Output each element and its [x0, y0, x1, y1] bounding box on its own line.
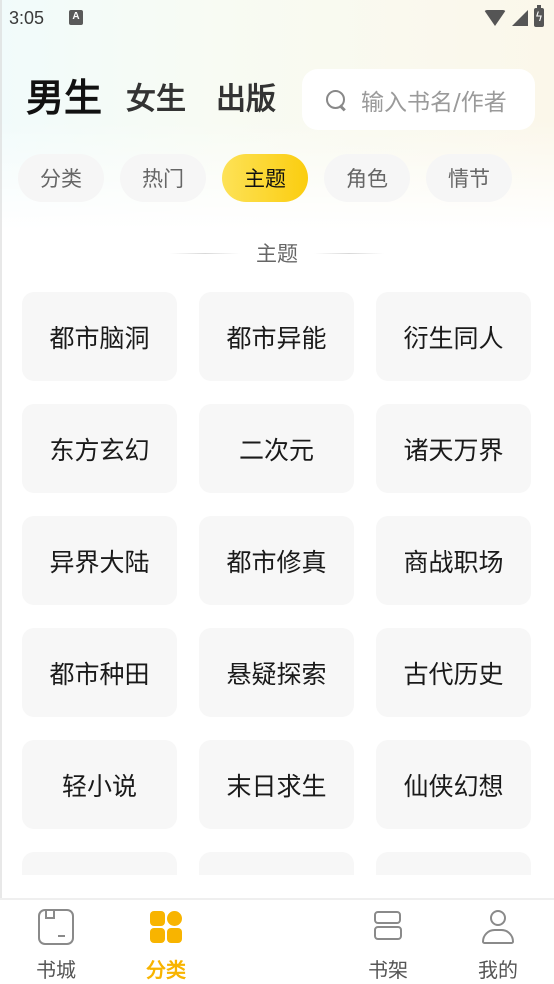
- category-icon: [148, 909, 184, 945]
- bookshelf-icon: [370, 909, 406, 945]
- profile-icon: [480, 909, 516, 945]
- topic-tile[interactable]: 异界大陆: [22, 516, 177, 605]
- bottom-nav: 书城 分类 书架 我的: [0, 898, 554, 984]
- topic-tile[interactable]: 衍生同人: [376, 292, 531, 381]
- status-icons: [484, 5, 544, 27]
- topic-tile[interactable]: [22, 852, 177, 875]
- chip-theme[interactable]: 主题: [222, 154, 308, 202]
- topic-tile[interactable]: 都市种田: [22, 628, 177, 717]
- search-icon: [325, 89, 347, 111]
- chip-plot[interactable]: 情节: [426, 154, 512, 202]
- bookstore-icon: [38, 909, 74, 945]
- topic-tile[interactable]: [199, 852, 354, 875]
- topic-tile[interactable]: 诸天万界: [376, 404, 531, 493]
- topic-tile[interactable]: 东方玄幻: [22, 404, 177, 493]
- nav-bookshelf[interactable]: 书架: [348, 900, 428, 984]
- tab-male[interactable]: 男生: [26, 74, 102, 122]
- topic-tile[interactable]: 都市异能: [199, 292, 354, 381]
- chip-category[interactable]: 分类: [18, 154, 104, 202]
- notification-a-icon: A: [69, 10, 83, 25]
- search-placeholder: 输入书名/作者: [361, 89, 507, 116]
- filter-chips: 分类 热门 主题 角色 情节: [18, 154, 512, 202]
- topic-tile[interactable]: 仙侠幻想: [376, 740, 531, 829]
- section-title: 主题: [256, 242, 298, 266]
- chip-popular[interactable]: 热门: [120, 154, 206, 202]
- nav-label: 书架: [368, 958, 408, 982]
- topic-list-scroll[interactable]: 都市脑洞 都市异能 衍生同人 东方玄幻 二次元 诸天万界 异界大陆 都市修真 商…: [0, 292, 554, 875]
- topic-grid: 都市脑洞 都市异能 衍生同人 东方玄幻 二次元 诸天万界 异界大陆 都市修真 商…: [22, 292, 531, 875]
- search-input[interactable]: 输入书名/作者: [302, 69, 535, 130]
- nav-bookstore[interactable]: 书城: [16, 900, 96, 984]
- wifi-icon: [484, 9, 506, 26]
- topic-tile[interactable]: 轻小说: [22, 740, 177, 829]
- chip-role[interactable]: 角色: [324, 154, 410, 202]
- divider-left: [170, 252, 240, 254]
- nav-label: 书城: [36, 958, 76, 982]
- topic-tile[interactable]: 都市脑洞: [22, 292, 177, 381]
- signal-icon: [512, 9, 528, 26]
- divider-right: [314, 252, 384, 254]
- tab-publishing[interactable]: 出版: [216, 78, 276, 122]
- section-header: 主题: [0, 238, 554, 268]
- topic-tile[interactable]: 悬疑探索: [199, 628, 354, 717]
- nav-label: 分类: [146, 958, 186, 982]
- topic-tile[interactable]: 都市修真: [199, 516, 354, 605]
- status-time: 3:05: [9, 8, 45, 28]
- topic-tile[interactable]: [376, 852, 531, 875]
- nav-category[interactable]: 分类: [126, 900, 206, 984]
- status-bar: 3:05 A: [0, 0, 554, 40]
- nav-label: 我的: [478, 958, 518, 982]
- topic-tile[interactable]: 古代历史: [376, 628, 531, 717]
- battery-charging-icon: [534, 5, 544, 27]
- nav-profile[interactable]: 我的: [458, 900, 538, 984]
- topic-tile[interactable]: 商战职场: [376, 516, 531, 605]
- tab-female[interactable]: 女生: [126, 78, 186, 122]
- gender-tabs: 男生 女生 出版: [26, 74, 276, 122]
- topic-tile[interactable]: 二次元: [199, 404, 354, 493]
- topic-tile[interactable]: 末日求生: [199, 740, 354, 829]
